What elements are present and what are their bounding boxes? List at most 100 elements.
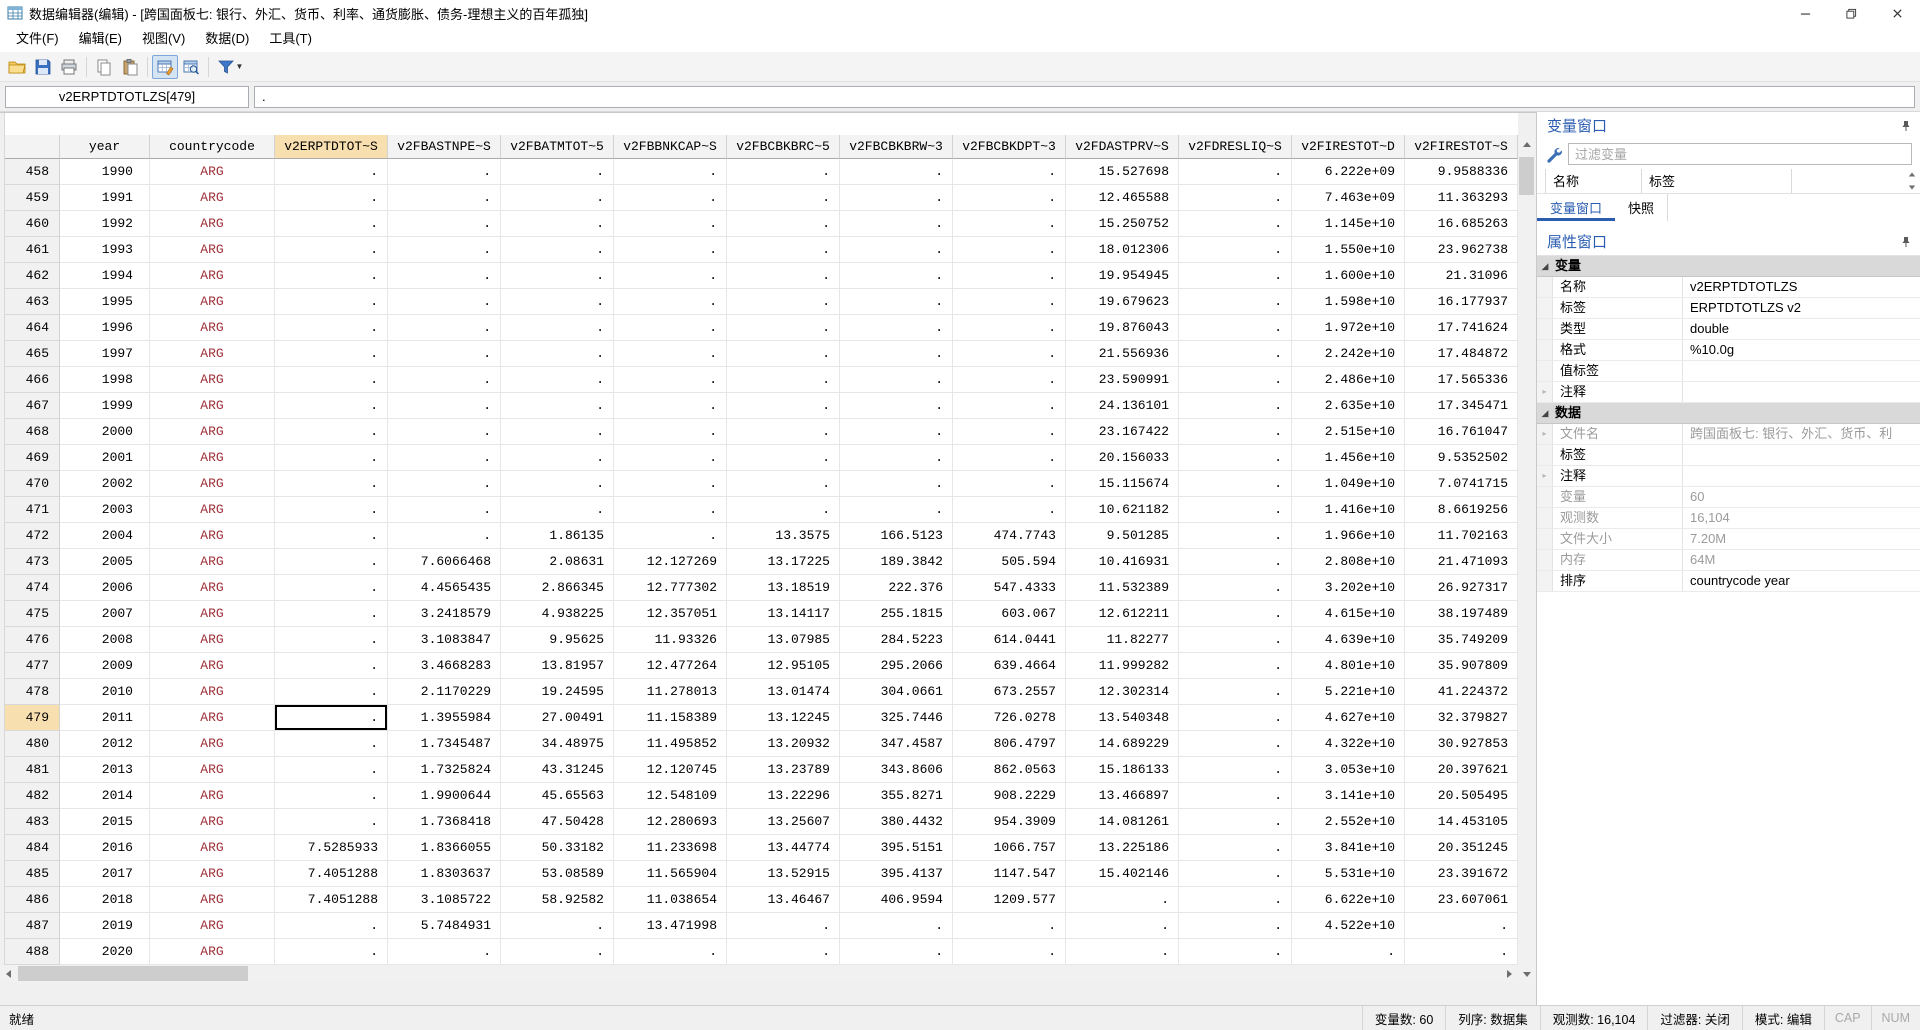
table-cell[interactable]: . bbox=[1179, 367, 1292, 393]
row-number[interactable]: 487 bbox=[5, 913, 60, 939]
row-number[interactable]: 466 bbox=[5, 367, 60, 393]
table-cell[interactable]: ARG bbox=[150, 341, 275, 367]
table-cell[interactable]: 24.136101 bbox=[1066, 393, 1179, 419]
table-cell[interactable]: 614.0441 bbox=[953, 627, 1066, 653]
table-cell[interactable]: 4.522e+10 bbox=[1292, 913, 1405, 939]
column-header[interactable]: v2FDASTPRV~S bbox=[1066, 135, 1179, 159]
table-cell[interactable]: 547.4333 bbox=[953, 575, 1066, 601]
row-number[interactable]: 472 bbox=[5, 523, 60, 549]
table-cell[interactable]: . bbox=[501, 497, 614, 523]
table-cell[interactable]: . bbox=[1179, 913, 1292, 939]
table-cell[interactable]: . bbox=[1066, 913, 1179, 939]
table-cell[interactable]: 11.702163 bbox=[1405, 523, 1518, 549]
table-cell[interactable]: . bbox=[614, 315, 727, 341]
table-cell[interactable]: 1.550e+10 bbox=[1292, 237, 1405, 263]
table-cell[interactable]: ARG bbox=[150, 913, 275, 939]
table-cell[interactable]: 2020 bbox=[60, 939, 150, 965]
table-cell[interactable]: 20.397621 bbox=[1405, 757, 1518, 783]
row-number[interactable]: 469 bbox=[5, 445, 60, 471]
table-cell[interactable]: 30.927853 bbox=[1405, 731, 1518, 757]
property-value[interactable]: 64M bbox=[1683, 550, 1920, 570]
table-cell[interactable]: . bbox=[388, 497, 501, 523]
table-cell[interactable]: . bbox=[953, 367, 1066, 393]
table-cell[interactable]: 3.141e+10 bbox=[1292, 783, 1405, 809]
table-cell[interactable]: . bbox=[1179, 497, 1292, 523]
table-cell[interactable]: 1.8303637 bbox=[388, 861, 501, 887]
table-cell[interactable]: 11.495852 bbox=[614, 731, 727, 757]
table-cell[interactable]: . bbox=[1179, 393, 1292, 419]
table-cell[interactable]: . bbox=[614, 185, 727, 211]
table-cell[interactable]: . bbox=[275, 601, 388, 627]
table-cell[interactable]: . bbox=[275, 289, 388, 315]
table-cell[interactable]: ARG bbox=[150, 471, 275, 497]
row-number[interactable]: 474 bbox=[5, 575, 60, 601]
table-cell[interactable]: 13.22296 bbox=[727, 783, 840, 809]
table-cell[interactable]: . bbox=[501, 393, 614, 419]
property-row[interactable]: ▸ 注释 bbox=[1537, 466, 1920, 487]
table-cell[interactable]: 12.120745 bbox=[614, 757, 727, 783]
table-cell[interactable]: . bbox=[614, 237, 727, 263]
table-cell[interactable]: 3.202e+10 bbox=[1292, 575, 1405, 601]
table-cell[interactable]: . bbox=[388, 939, 501, 965]
table-cell[interactable]: . bbox=[727, 263, 840, 289]
table-cell[interactable]: 2005 bbox=[60, 549, 150, 575]
table-cell[interactable]: . bbox=[275, 471, 388, 497]
horizontal-scrollbar[interactable] bbox=[0, 965, 1518, 982]
table-cell[interactable]: . bbox=[388, 211, 501, 237]
table-cell[interactable]: 32.379827 bbox=[1405, 705, 1518, 731]
filter-dropdown-caret[interactable]: ▼ bbox=[236, 62, 244, 71]
table-cell[interactable]: 14.453105 bbox=[1405, 809, 1518, 835]
table-cell[interactable]: 8.6619256 bbox=[1405, 497, 1518, 523]
table-cell[interactable]: 23.590991 bbox=[1066, 367, 1179, 393]
table-cell[interactable]: 603.067 bbox=[953, 601, 1066, 627]
table-cell[interactable]: ARG bbox=[150, 185, 275, 211]
table-cell[interactable]: . bbox=[727, 315, 840, 341]
table-cell[interactable]: . bbox=[1179, 549, 1292, 575]
table-cell[interactable]: 13.81957 bbox=[501, 653, 614, 679]
property-value[interactable] bbox=[1683, 445, 1920, 465]
table-cell[interactable]: 1.966e+10 bbox=[1292, 523, 1405, 549]
table-cell[interactable]: . bbox=[388, 367, 501, 393]
table-cell[interactable]: . bbox=[388, 237, 501, 263]
table-cell[interactable]: . bbox=[953, 341, 1066, 367]
table-cell[interactable]: ARG bbox=[150, 601, 275, 627]
table-cell[interactable]: ARG bbox=[150, 237, 275, 263]
copy-icon[interactable] bbox=[91, 55, 117, 79]
property-group-row[interactable]: ◢ 数据 bbox=[1537, 403, 1920, 424]
table-cell[interactable]: 23.167422 bbox=[1066, 419, 1179, 445]
column-header[interactable]: v2FIRESTOT~S bbox=[1405, 135, 1518, 159]
table-cell[interactable]: 862.0563 bbox=[953, 757, 1066, 783]
table-cell[interactable]: 13.25607 bbox=[727, 809, 840, 835]
row-number[interactable]: 475 bbox=[5, 601, 60, 627]
row-number[interactable]: 464 bbox=[5, 315, 60, 341]
table-cell[interactable]: . bbox=[501, 315, 614, 341]
table-cell[interactable]: . bbox=[953, 913, 1066, 939]
table-cell[interactable]: . bbox=[388, 263, 501, 289]
wrench-icon[interactable] bbox=[1545, 146, 1562, 163]
table-cell[interactable]: . bbox=[1179, 471, 1292, 497]
table-cell[interactable]: . bbox=[953, 237, 1066, 263]
table-cell[interactable]: 13.225186 bbox=[1066, 835, 1179, 861]
table-cell[interactable]: . bbox=[275, 679, 388, 705]
table-cell[interactable]: . bbox=[1179, 705, 1292, 731]
property-value[interactable]: 60 bbox=[1683, 487, 1920, 507]
table-cell[interactable]: ARG bbox=[150, 861, 275, 887]
table-cell[interactable]: 19.876043 bbox=[1066, 315, 1179, 341]
table-cell[interactable]: . bbox=[275, 315, 388, 341]
pin-icon[interactable] bbox=[1900, 120, 1912, 132]
property-value[interactable]: 跨国面板七: 银行、外汇、货币、利 bbox=[1683, 424, 1920, 444]
table-cell[interactable]: 1.3955984 bbox=[388, 705, 501, 731]
table-cell[interactable]: 11.565904 bbox=[614, 861, 727, 887]
table-cell[interactable]: 11.999282 bbox=[1066, 653, 1179, 679]
table-cell[interactable]: 10.416931 bbox=[1066, 549, 1179, 575]
table-cell[interactable]: 11.038654 bbox=[614, 887, 727, 913]
column-header[interactable]: v2FBCBKBRW~3 bbox=[840, 135, 953, 159]
table-cell[interactable]: . bbox=[840, 289, 953, 315]
table-cell[interactable]: 908.2229 bbox=[953, 783, 1066, 809]
table-cell[interactable]: . bbox=[388, 341, 501, 367]
table-cell[interactable]: 10.621182 bbox=[1066, 497, 1179, 523]
table-cell[interactable]: . bbox=[953, 471, 1066, 497]
table-cell[interactable]: ARG bbox=[150, 627, 275, 653]
table-cell[interactable]: 35.907809 bbox=[1405, 653, 1518, 679]
table-cell[interactable]: 2001 bbox=[60, 445, 150, 471]
